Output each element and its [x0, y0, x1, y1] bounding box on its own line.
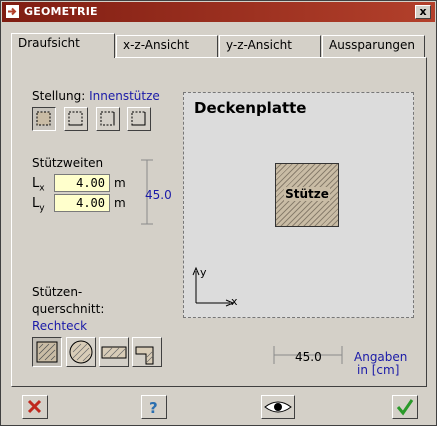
tab-panel-draufsicht: Stellung: Innenstütze Stützweiten Lx 4.0… [11, 57, 427, 387]
eye-icon [264, 401, 292, 413]
ly-unit: m [114, 196, 126, 210]
querschnitt-sonderform-button[interactable] [132, 337, 162, 367]
angaben-note-line1: Angaben [354, 350, 408, 364]
stuetze-label-wrap: Stütze [276, 187, 338, 201]
close-icon: x [419, 5, 427, 18]
close-button[interactable]: x [415, 5, 431, 19]
stuetze-shape: Stütze [275, 163, 339, 227]
deckenplatte-preview: Deckenplatte Stütze y x [183, 92, 414, 318]
check-icon [396, 399, 414, 416]
stellung-label: Stellung: [32, 89, 86, 103]
ly-label: Ly [32, 196, 45, 214]
sonderform-icon [135, 346, 154, 365]
rand-stuetze-icon [68, 111, 83, 126]
querschnitt-value: Rechteck [32, 319, 88, 333]
title-bar[interactable]: GEOMETRIE x [2, 2, 435, 22]
cancel-icon [27, 399, 42, 414]
axis-icon [192, 266, 235, 307]
stellung-rand2-button[interactable] [96, 107, 120, 131]
tab-x-z-ansicht[interactable]: x-z-Ansicht [116, 35, 218, 57]
stuetzweiten-dimension-value: 45.0 [145, 188, 172, 202]
tab-label: y-z-Ansicht [226, 38, 292, 52]
window-title: GEOMETRIE [24, 5, 98, 18]
rechteck-icon [36, 341, 58, 363]
tab-y-z-ansicht[interactable]: y-z-Ansicht [219, 35, 321, 57]
rechteck-liegend-icon [101, 346, 127, 359]
tab-aussparungen[interactable]: Aussparungen [322, 35, 425, 57]
arrow-icon [6, 5, 19, 18]
lx-label: Lx [32, 176, 45, 194]
stellung-row: Stellung: Innenstütze [32, 89, 160, 103]
tab-draufsicht[interactable]: Draufsicht [11, 33, 115, 58]
rand-stuetze-2-icon [100, 111, 115, 126]
stellung-innen-button[interactable] [32, 107, 56, 131]
tab-label: x-z-Ansicht [123, 38, 190, 52]
lx-input[interactable]: 4.00 [54, 174, 110, 192]
kreis-icon [69, 340, 93, 364]
stellung-value: Innenstütze [89, 89, 160, 103]
geometrie-dialog: GEOMETRIE x Draufsicht x-z-Ansicht y-z-A… [0, 0, 437, 426]
ok-button[interactable] [392, 395, 418, 419]
axis-y-label: y [200, 266, 207, 279]
lx-subscript: x [39, 183, 45, 194]
lx-unit: m [114, 176, 126, 190]
tab-label: Draufsicht [18, 36, 80, 50]
help-button[interactable]: ? [141, 395, 167, 419]
deckenplatte-title: Deckenplatte [194, 99, 307, 117]
querschnitt-rechteck-liegend-button[interactable] [99, 337, 129, 367]
querschnitt-kreis-button[interactable] [66, 337, 96, 367]
stellung-rand-button[interactable] [64, 107, 88, 131]
help-icon: ? [149, 399, 158, 417]
tab-label: Aussparungen [329, 38, 416, 52]
preview-toggle-button[interactable] [261, 395, 295, 419]
querschnitt-label-line1: Stützen- [32, 285, 83, 299]
stuetze-label: Stütze [284, 187, 330, 201]
axis-x-label: x [231, 295, 238, 308]
angaben-note-line2: in [cm] [357, 363, 400, 377]
ly-subscript: y [39, 203, 45, 214]
innen-stuetze-icon [36, 111, 51, 126]
stuetzweiten-label: Stützweiten [32, 156, 104, 170]
preview-dimension-value: 45.0 [295, 350, 322, 364]
cancel-button[interactable] [22, 395, 48, 419]
querschnitt-label-line2: querschnitt: [32, 302, 105, 316]
ly-input[interactable]: 4.00 [54, 194, 110, 212]
stellung-ecke-button[interactable] [127, 107, 151, 131]
svg-text:?: ? [149, 399, 158, 417]
eck-stuetze-icon [131, 111, 146, 126]
querschnitt-rechteck-button[interactable] [32, 337, 62, 367]
